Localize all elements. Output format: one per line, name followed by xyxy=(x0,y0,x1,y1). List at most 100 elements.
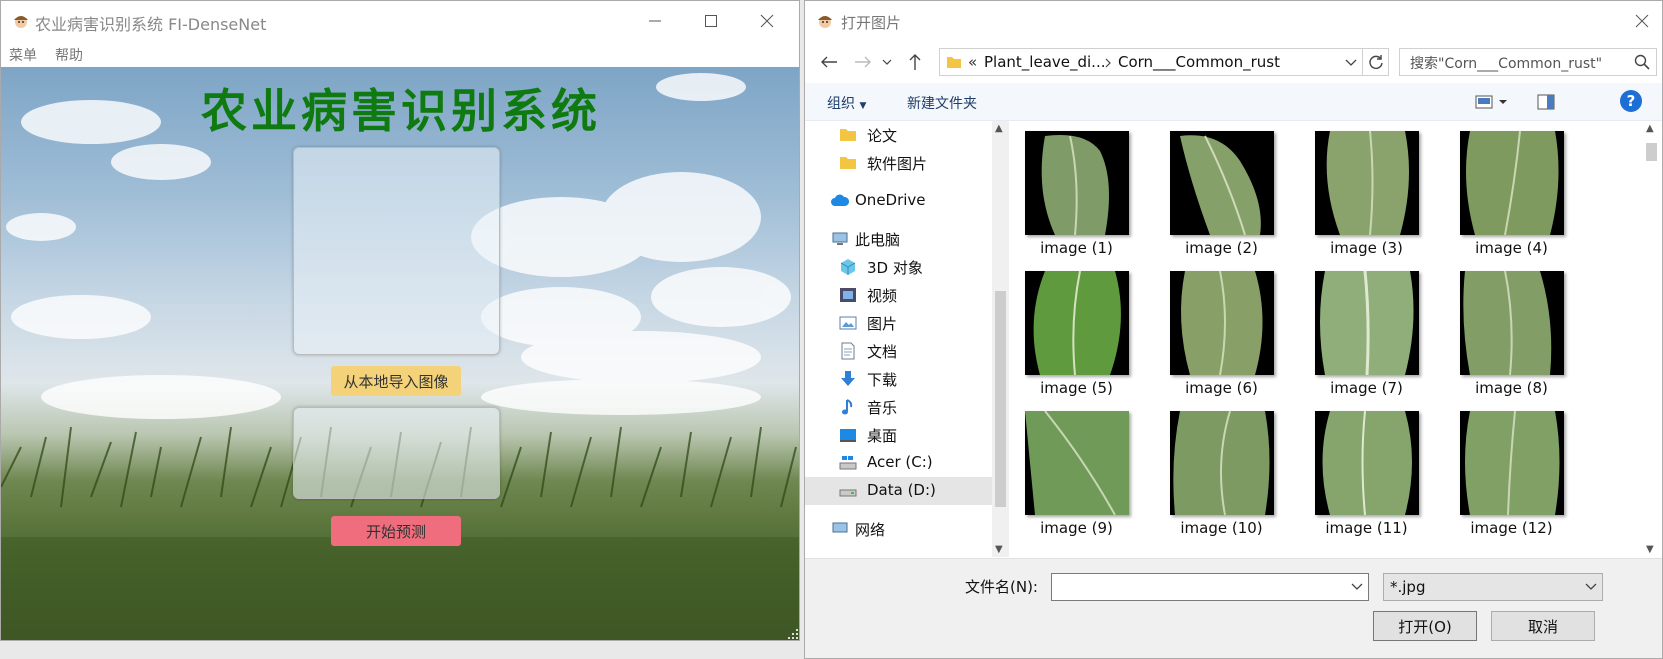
nav-item-network[interactable]: 网络 xyxy=(805,515,992,543)
nav-item-label: 下载 xyxy=(867,371,898,389)
chevron-down-icon xyxy=(1585,583,1597,590)
file-type-select[interactable]: *.jpg xyxy=(1383,573,1603,601)
app-canvas: 农业病害识别系统 从本地导入图像 开始预测 xyxy=(1,67,799,640)
scroll-up-icon[interactable]: ▲ xyxy=(995,123,1003,134)
nav-item-drive-c[interactable]: Acer (C:) xyxy=(805,449,992,477)
scrollbar-thumb[interactable] xyxy=(1646,143,1657,161)
cancel-button[interactable]: 取消 xyxy=(1491,611,1595,641)
minimize-icon xyxy=(649,20,661,22)
nav-item-downloads[interactable]: 下载 xyxy=(805,365,992,393)
navigation-scrollbar[interactable]: ▲ ▼ xyxy=(992,121,1009,557)
scroll-down-icon[interactable]: ▼ xyxy=(1646,544,1654,555)
maximize-button[interactable] xyxy=(687,1,735,41)
chevron-down-icon[interactable] xyxy=(1344,53,1358,71)
resize-grip-icon[interactable] xyxy=(788,629,798,639)
file-tile[interactable]: image (11) xyxy=(1299,401,1434,541)
file-tile[interactable]: image (7) xyxy=(1299,261,1434,401)
leaf-thumbnail xyxy=(1025,271,1129,375)
nav-item-3d-objects[interactable]: 3D 对象 xyxy=(805,253,992,281)
search-icon xyxy=(1634,54,1650,70)
scrollbar-thumb[interactable] xyxy=(995,291,1006,507)
chevron-down-icon[interactable] xyxy=(1350,579,1364,595)
leaf-thumbnail xyxy=(1460,411,1564,515)
nav-item-label: 文档 xyxy=(867,343,898,361)
file-name: image (2) xyxy=(1185,239,1258,257)
open-button[interactable]: 打开(O) xyxy=(1373,611,1477,641)
nav-item-papers[interactable]: 论文 xyxy=(805,121,992,149)
breadcrumb-current[interactable]: Corn___Common_rust xyxy=(1118,53,1280,71)
menubar: 菜单 帮助 xyxy=(1,41,799,67)
file-tile[interactable]: image (9) xyxy=(1009,401,1144,541)
start-predict-button[interactable]: 开始预测 xyxy=(331,516,461,546)
chevron-down-icon xyxy=(882,59,892,65)
file-tile[interactable]: image (6) xyxy=(1154,261,1289,401)
back-button[interactable] xyxy=(817,50,841,74)
nav-item-software-images[interactable]: 软件图片 xyxy=(805,149,992,177)
arrow-right-icon xyxy=(855,56,871,68)
file-name: image (5) xyxy=(1040,379,1113,397)
nav-item-pictures[interactable]: 图片 xyxy=(805,309,992,337)
app-heading: 农业病害识别系统 xyxy=(201,84,601,138)
address-bar[interactable]: « Plant_leave_di... Corn___Common_rust xyxy=(939,48,1363,76)
close-button[interactable] xyxy=(743,1,791,41)
file-name: image (1) xyxy=(1040,239,1113,257)
nav-item-label: 论文 xyxy=(867,127,898,145)
up-button[interactable] xyxy=(903,50,927,74)
file-tile[interactable]: image (1) xyxy=(1009,121,1144,261)
app-icon xyxy=(14,16,28,28)
file-tile[interactable]: image (3) xyxy=(1299,121,1434,261)
filename-input[interactable] xyxy=(1051,573,1369,601)
forward-button[interactable] xyxy=(851,50,875,74)
import-image-button[interactable]: 从本地导入图像 xyxy=(331,366,461,396)
organize-label: 组织 xyxy=(827,96,855,112)
new-folder-button[interactable]: 新建文件夹 xyxy=(907,93,977,113)
file-list-scrollbar[interactable]: ▲ ▼ xyxy=(1643,121,1660,557)
nav-item-desktop[interactable]: 桌面 xyxy=(805,421,992,449)
refresh-button[interactable] xyxy=(1363,48,1389,76)
file-tile[interactable]: image (2) xyxy=(1154,121,1289,261)
windows-drive-icon xyxy=(839,456,857,470)
file-tile[interactable]: image (8) xyxy=(1444,261,1579,401)
nav-item-this-pc[interactable]: 此电脑 xyxy=(805,225,992,253)
nav-item-label: 网络 xyxy=(855,521,886,539)
nav-item-onedrive[interactable]: OneDrive xyxy=(805,187,992,215)
nav-item-label: 软件图片 xyxy=(867,155,928,173)
dialog-titlebar[interactable]: 打开图片 xyxy=(805,1,1662,41)
file-name: image (7) xyxy=(1330,379,1403,397)
leaf-thumbnail xyxy=(1025,131,1129,235)
nav-item-label: 此电脑 xyxy=(855,231,901,249)
minimize-button[interactable] xyxy=(631,1,679,41)
file-tile[interactable]: image (10) xyxy=(1154,401,1289,541)
file-tile[interactable]: image (5) xyxy=(1009,261,1144,401)
nav-item-documents[interactable]: 文档 xyxy=(805,337,992,365)
breadcrumb-overflow[interactable]: « xyxy=(968,53,977,71)
search-input[interactable]: 搜索"Corn___Common_rust" xyxy=(1399,48,1657,76)
help-button[interactable]: ? xyxy=(1620,90,1642,112)
nav-item-music[interactable]: 音乐 xyxy=(805,393,992,421)
video-icon xyxy=(840,288,856,302)
file-tile[interactable]: image (4) xyxy=(1444,121,1579,261)
menu-item-menu[interactable]: 菜单 xyxy=(9,45,37,65)
app-titlebar[interactable]: 农业病害识别系统 FI-DenseNet xyxy=(1,1,799,41)
nav-item-label: Data (D:) xyxy=(867,481,936,499)
nav-item-videos[interactable]: 视频 xyxy=(805,281,992,309)
scroll-down-icon[interactable]: ▼ xyxy=(995,544,1003,555)
network-icon xyxy=(832,522,848,533)
preview-pane-icon[interactable] xyxy=(1537,94,1555,110)
file-tile[interactable]: image (12) xyxy=(1444,401,1579,541)
prediction-result-box xyxy=(293,407,500,499)
menu-item-help[interactable]: 帮助 xyxy=(55,45,83,65)
nav-item-drive-d[interactable]: Data (D:) xyxy=(805,477,992,505)
view-options-icon[interactable] xyxy=(1475,94,1509,110)
breadcrumb-parent[interactable]: Plant_leave_di... xyxy=(984,53,1105,71)
music-icon xyxy=(842,399,853,415)
app-icon xyxy=(818,16,832,28)
dialog-close-button[interactable] xyxy=(1622,1,1662,41)
folder-icon xyxy=(947,57,961,68)
file-name: image (8) xyxy=(1475,379,1548,397)
document-icon xyxy=(841,342,855,360)
organize-menu[interactable]: 组织 ▼ xyxy=(827,93,866,113)
file-name: image (12) xyxy=(1470,519,1553,537)
scroll-up-icon[interactable]: ▲ xyxy=(1646,123,1654,134)
recent-locations-button[interactable] xyxy=(879,50,895,74)
